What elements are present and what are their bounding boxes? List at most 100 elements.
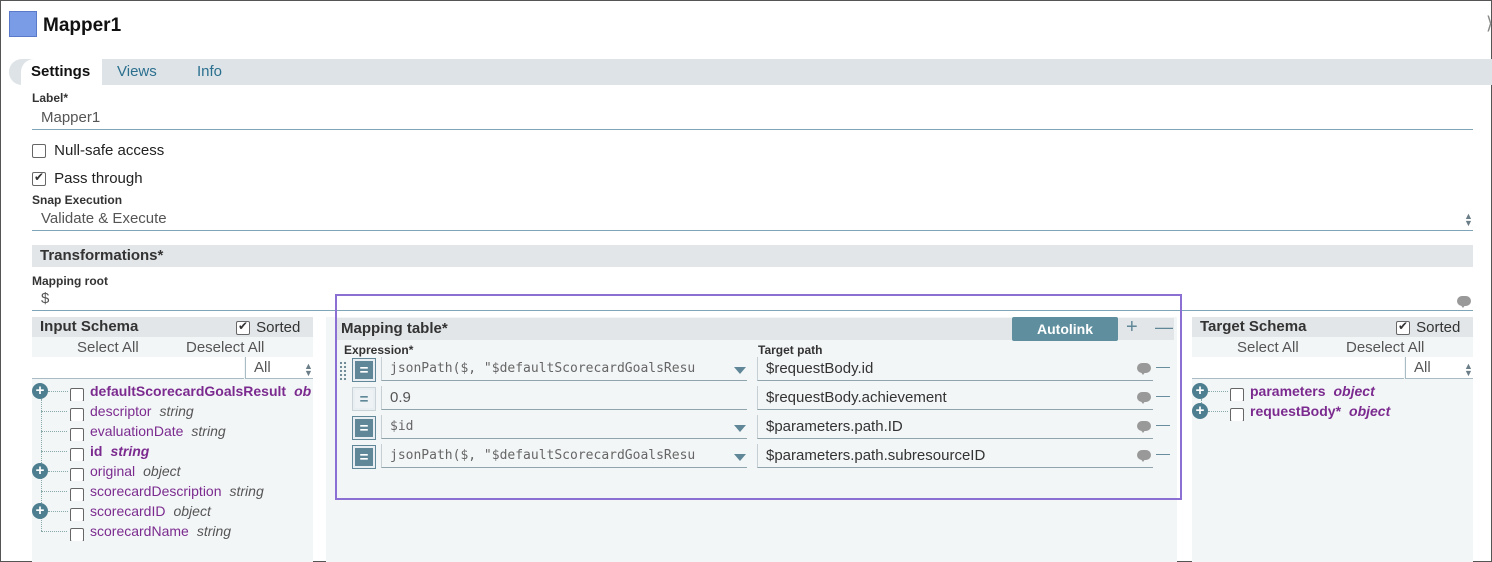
target-deselect-all-link[interactable]: Deselect All — [1346, 339, 1424, 356]
tab-views[interactable]: Views — [117, 63, 157, 80]
expression-dropdown-icon[interactable] — [734, 425, 746, 432]
target-select-all-link[interactable]: Select All — [1237, 339, 1299, 356]
null-safe-checkbox[interactable] — [32, 144, 46, 159]
expression-input[interactable]: 0.9 — [381, 386, 747, 410]
target-schema-title: Target Schema — [1200, 318, 1307, 335]
expression-toggle-button[interactable]: = — [352, 387, 376, 411]
mapping-root-caption: Mapping root — [32, 274, 108, 288]
input-field-type: object — [143, 463, 181, 479]
input-tree-row[interactable]: + original object — [32, 461, 313, 481]
tab-settings[interactable]: Settings — [21, 59, 103, 85]
input-tree-row[interactable]: id string — [32, 441, 313, 461]
expand-icon[interactable]: + — [32, 463, 48, 479]
input-field-label: descriptor string — [90, 401, 194, 421]
target-filter-select[interactable]: All — [1405, 357, 1473, 379]
remove-row-button[interactable]: — — [1156, 445, 1170, 461]
target-path-input[interactable]: $requestBody.id — [757, 357, 1153, 381]
target-path-input[interactable]: $parameters.path.subresourceID — [757, 444, 1153, 468]
expression-dropdown-icon[interactable] — [734, 367, 746, 374]
remove-row-button[interactable]: — — [1156, 358, 1170, 374]
input-sorted-checkbox[interactable] — [236, 319, 250, 336]
input-search-input[interactable] — [32, 357, 244, 379]
input-tree-row[interactable]: descriptor string — [32, 401, 313, 421]
expand-icon[interactable]: + — [1192, 383, 1208, 399]
input-field-label: defaultScorecardGoalsResult ob — [90, 381, 311, 401]
target-path-input[interactable]: $requestBody.achievement — [757, 386, 1153, 410]
expression-input[interactable]: $id — [381, 415, 747, 439]
input-field-type: string — [159, 403, 194, 419]
target-filter-updown-icon[interactable]: ▲ ▼ — [1464, 362, 1473, 378]
input-field-checkbox[interactable] — [70, 508, 84, 521]
input-filter-value: All — [254, 359, 271, 376]
remove-row-button[interactable]: — — [1156, 387, 1170, 403]
target-sorted-checkbox[interactable] — [1396, 319, 1410, 336]
drag-handle-icon[interactable] — [339, 361, 347, 381]
input-field-checkbox[interactable] — [70, 468, 84, 481]
expand-icon[interactable]: + — [32, 383, 48, 399]
expression-toggle-button[interactable]: = — [352, 358, 376, 382]
input-tree-row[interactable]: evaluationDate string — [32, 421, 313, 441]
input-deselect-all-link[interactable]: Deselect All — [186, 339, 264, 356]
input-field-checkbox[interactable] — [70, 488, 84, 501]
null-safe-row[interactable]: Null-safe access — [32, 142, 164, 159]
target-search-input[interactable] — [1192, 357, 1404, 379]
target-field-label: requestBody* object — [1250, 401, 1390, 421]
input-field-checkbox[interactable] — [70, 388, 84, 401]
expand-icon[interactable]: + — [32, 503, 48, 519]
input-field-name: id — [90, 443, 103, 459]
remove-mapping-button[interactable]: — — [1155, 317, 1173, 338]
tree-connector — [41, 451, 67, 452]
comment-icon[interactable] — [1137, 450, 1151, 462]
pass-through-checkbox[interactable] — [32, 170, 46, 187]
input-field-type: ob — [294, 383, 312, 399]
expression-input[interactable]: jsonPath($, "$defaultScorecardGoalsResu — [381, 444, 747, 468]
input-field-checkbox[interactable] — [70, 448, 84, 461]
input-sorted-toggle[interactable]: Sorted — [236, 319, 300, 336]
label-input[interactable]: Mapper1 — [32, 107, 1473, 130]
input-tree-row[interactable]: scorecardDescription string — [32, 481, 313, 501]
mapping-root-comment-icon[interactable] — [1457, 296, 1471, 308]
input-schema-panel: Input Schema Sorted Select All Deselect … — [32, 317, 313, 562]
mapper-snap-icon — [9, 11, 37, 37]
target-tree-row[interactable]: + requestBody* object — [1192, 401, 1473, 421]
snap-execution-updown-icon[interactable]: ▲ ▼ — [1464, 212, 1473, 228]
add-mapping-button[interactable]: + — [1126, 316, 1138, 339]
target-field-checkbox[interactable] — [1230, 388, 1244, 401]
pass-through-row[interactable]: Pass through — [32, 170, 143, 187]
target-path-input[interactable]: $parameters.path.ID — [757, 415, 1153, 439]
tree-connector — [48, 391, 68, 392]
target-field-type: object — [1349, 403, 1391, 419]
input-sorted-label: Sorted — [256, 319, 301, 336]
comment-icon[interactable] — [1137, 363, 1151, 375]
input-field-name: scorecardName — [90, 523, 189, 539]
tree-connector — [48, 511, 68, 512]
expression-toggle-button[interactable]: = — [352, 416, 376, 440]
snap-execution-select[interactable]: Validate & Execute — [32, 208, 1473, 231]
target-sorted-toggle[interactable]: Sorted — [1396, 319, 1460, 336]
remove-row-button[interactable]: — — [1156, 416, 1170, 432]
input-field-label: evaluationDate string — [90, 421, 226, 441]
input-field-checkbox[interactable] — [70, 408, 84, 421]
window-edge-icon[interactable]: ⟩ — [1486, 13, 1492, 34]
tab-info[interactable]: Info — [197, 63, 222, 80]
input-tree-row[interactable]: scorecardName string — [32, 521, 313, 541]
comment-icon[interactable] — [1137, 392, 1151, 404]
input-filter-updown-icon[interactable]: ▲ ▼ — [304, 362, 313, 378]
comment-icon[interactable] — [1137, 421, 1151, 433]
autolink-button[interactable]: Autolink — [1012, 317, 1118, 341]
expression-input[interactable]: jsonPath($, "$defaultScorecardGoalsResu — [381, 357, 747, 381]
input-tree-row[interactable]: + defaultScorecardGoalsResult ob — [32, 381, 313, 401]
input-field-checkbox[interactable] — [70, 428, 84, 441]
pass-through-label: Pass through — [54, 170, 143, 187]
expression-dropdown-icon[interactable] — [734, 454, 746, 461]
expression-toggle-button[interactable]: = — [352, 445, 376, 469]
input-select-all-link[interactable]: Select All — [77, 339, 139, 356]
target-field-checkbox[interactable] — [1230, 408, 1244, 421]
input-filter-select[interactable]: All — [245, 357, 313, 379]
target-tree-row[interactable]: + parameters object — [1192, 381, 1473, 401]
expand-icon[interactable]: + — [1192, 403, 1208, 419]
input-field-checkbox[interactable] — [70, 528, 84, 541]
input-field-type: string — [229, 483, 264, 499]
input-tree-row[interactable]: + scorecardID object — [32, 501, 313, 521]
input-field-name: scorecardID — [90, 503, 166, 519]
